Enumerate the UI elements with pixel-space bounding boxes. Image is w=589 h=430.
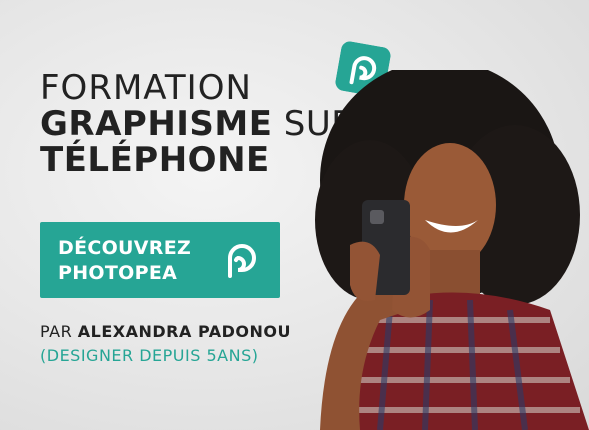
cta-line2: PHOTOPEA xyxy=(58,262,178,284)
author-experience: (DESIGNER DEPUIS 5ANS) xyxy=(40,346,259,365)
woman-with-phone-image xyxy=(315,70,589,430)
discover-photopea-button[interactable]: DÉCOUVREZ PHOTOPEA xyxy=(40,222,280,298)
photopea-logo-icon xyxy=(228,244,256,278)
headline-line2-bold: GRAPHISME xyxy=(40,104,273,144)
author-line: PAR ALEXANDRA PADONOU xyxy=(40,320,291,344)
cta-line1: DÉCOUVREZ xyxy=(58,237,192,259)
author-name: ALEXANDRA PADONOU xyxy=(77,322,291,341)
cta-text: DÉCOUVREZ PHOTOPEA xyxy=(58,236,191,286)
author-prefix: PAR xyxy=(40,322,78,341)
author-byline: PAR ALEXANDRA PADONOU (DESIGNER DEPUIS 5… xyxy=(40,320,291,368)
